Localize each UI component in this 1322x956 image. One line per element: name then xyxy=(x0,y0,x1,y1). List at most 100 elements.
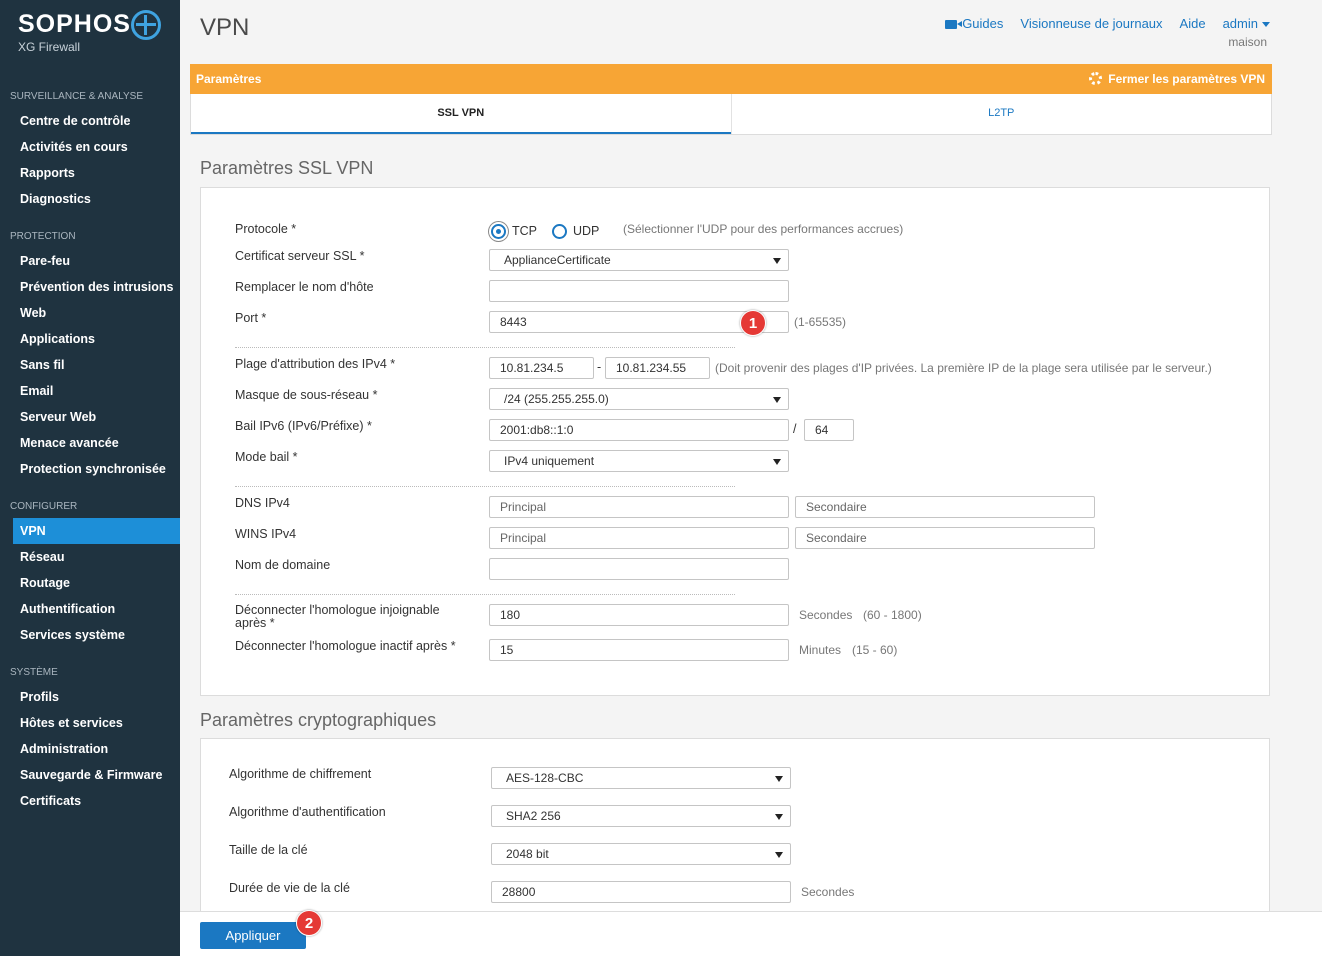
ipv4-range-start-input[interactable]: 10.81.234.5 xyxy=(489,357,594,379)
subnet-value: /24 (255.255.255.0) xyxy=(504,392,609,406)
key-size-select[interactable]: 2048 bit xyxy=(491,843,791,865)
sidebar-item-profils[interactable]: Profils xyxy=(0,684,180,710)
sidebar-item-routage[interactable]: Routage xyxy=(0,570,180,596)
help-link[interactable]: Aide xyxy=(1180,16,1206,31)
brand: SOPHOS XG Firewall xyxy=(0,0,180,72)
sidebar-item-centre-de-controle[interactable]: Centre de contrôle xyxy=(0,108,180,134)
range-dash: - xyxy=(597,360,602,374)
idle-peer-unit: Minutes xyxy=(799,643,842,657)
wins-secondary-input[interactable]: Secondaire xyxy=(795,527,1095,549)
ipv4-range-label: Plage d'attribution des IPv4 * xyxy=(235,357,396,371)
ipv6-address-input[interactable]: 2001:db8::1:0 xyxy=(489,419,789,441)
dropdown-arrow-icon xyxy=(775,814,783,820)
idle-peer-range: (15 - 60) xyxy=(852,643,898,657)
domain-label: Nom de domaine xyxy=(235,558,331,572)
lease-mode-select[interactable]: IPv4 uniquement xyxy=(489,450,789,472)
wins-primary-input[interactable]: Principal xyxy=(489,527,789,549)
sidebar-nav: SURVEILLANCE & ANALYSE Centre de contrôle… xyxy=(0,90,180,814)
port-hint: (1-65535) xyxy=(794,315,847,329)
sidebar-section-title: CONFIGURER xyxy=(10,501,78,512)
separator xyxy=(235,347,735,348)
ipv6-prefix-input[interactable]: 64 xyxy=(804,419,854,441)
dns-secondary-input[interactable]: Secondaire xyxy=(795,496,1095,518)
org-name: maison xyxy=(1228,35,1267,49)
user-menu[interactable]: admin xyxy=(1223,16,1270,31)
key-size-value: 2048 bit xyxy=(506,847,549,861)
domain-input[interactable] xyxy=(489,558,789,580)
sidebar-item-rapports[interactable]: Rapports xyxy=(0,160,180,186)
separator xyxy=(235,486,735,487)
hostname-input[interactable] xyxy=(489,280,789,302)
log-viewer-link[interactable]: Visionneuse de journaux xyxy=(1020,16,1162,31)
sidebar-item-hotes-et-services[interactable]: Hôtes et services xyxy=(0,710,180,736)
auth-algorithm-label: Algorithme d'authentification xyxy=(229,805,386,819)
ssl-settings-heading: Paramètres SSL VPN xyxy=(200,158,374,178)
guides-link[interactable]: Guides xyxy=(945,16,1003,31)
sidebar-item-web[interactable]: Web xyxy=(0,300,180,326)
close-vpn-settings-label: Fermer les paramètres VPN xyxy=(1108,72,1265,86)
step-badge-1: 1 xyxy=(740,310,766,336)
udp-label: UDP xyxy=(573,224,600,238)
sidebar-item-sauvegarde-firmware[interactable]: Sauvegarde & Firmware xyxy=(0,762,180,788)
chevron-down-icon xyxy=(1262,22,1270,28)
sidebar-item-applications[interactable]: Applications xyxy=(0,326,180,352)
ssl-cert-select[interactable]: ApplianceCertificate xyxy=(489,249,789,271)
sidebar-section-title: SYSTÈME xyxy=(10,667,58,678)
sidebar-item-authentification[interactable]: Authentification xyxy=(0,596,180,622)
key-lifetime-input[interactable]: 28800 xyxy=(491,881,791,903)
vpn-tabs: SSL VPN L2TP xyxy=(190,94,1272,135)
settings-bar: Paramètres Fermer les paramètres VPN xyxy=(190,64,1272,94)
sidebar-item-sans-fil[interactable]: Sans fil xyxy=(0,352,180,378)
subnet-label: Masque de sous-réseau * xyxy=(235,388,378,402)
idle-peer-input[interactable]: 15 xyxy=(489,639,789,661)
sidebar-item-vpn[interactable]: VPN xyxy=(13,518,180,544)
ipv6-lease-label: Bail IPv6 (IPv6/Préfixe) * xyxy=(235,419,372,433)
sidebar-item-services-systeme[interactable]: Services système xyxy=(0,622,180,648)
crypto-settings-heading: Paramètres cryptographiques xyxy=(200,710,437,730)
sidebar-section-title: PROTECTION xyxy=(10,231,76,242)
dead-peer-range: (60 - 1800) xyxy=(863,608,922,622)
encryption-select[interactable]: AES-128-CBC xyxy=(491,767,791,789)
sidebar-item-diagnostics[interactable]: Diagnostics xyxy=(0,186,180,212)
udp-radio[interactable] xyxy=(552,224,567,239)
sidebar-section-title: SURVEILLANCE & ANALYSE xyxy=(10,91,144,102)
sidebar-item-certificats[interactable]: Certificats xyxy=(0,788,180,814)
tab-ssl-vpn[interactable]: SSL VPN xyxy=(191,94,731,134)
sidebar-item-pare-feu[interactable]: Pare-feu xyxy=(0,248,180,274)
sidebar-item-menace-avancee[interactable]: Menace avancée xyxy=(0,430,180,456)
auth-algorithm-select[interactable]: SHA2 256 xyxy=(491,805,791,827)
tcp-radio[interactable] xyxy=(491,224,506,239)
dead-peer-unit: Secondes xyxy=(799,608,853,622)
dropdown-arrow-icon xyxy=(773,459,781,465)
subnet-select[interactable]: /24 (255.255.255.0) xyxy=(489,388,789,410)
sidebar-item-prevention-des-intrusions[interactable]: Prévention des intrusions xyxy=(0,274,180,300)
dead-peer-label-line1: Déconnecter l'homologue injoignable xyxy=(235,603,440,617)
apply-button[interactable]: Appliquer xyxy=(200,922,306,949)
sidebar-item-administration[interactable]: Administration xyxy=(0,736,180,762)
sidebar-item-serveur-web[interactable]: Serveur Web xyxy=(0,404,180,430)
ipv4-range-end-input[interactable]: 10.81.234.55 xyxy=(605,357,710,379)
dead-peer-label-line2: après * xyxy=(235,616,275,630)
dns-primary-input[interactable]: Principal xyxy=(489,496,789,518)
step-badge-2: 2 xyxy=(296,910,322,936)
tab-l2tp[interactable]: L2TP xyxy=(730,94,1272,134)
close-vpn-settings-button[interactable]: Fermer les paramètres VPN xyxy=(1089,72,1265,86)
dns-label: DNS IPv4 xyxy=(235,496,290,510)
ssl-settings-panel: Protocole * TCP UDP (Sélectionner l'UDP … xyxy=(200,187,1270,696)
dropdown-arrow-icon xyxy=(773,397,781,403)
dead-peer-input[interactable]: 180 xyxy=(489,604,789,626)
protocol-hint: (Sélectionner l'UDP pour des performance… xyxy=(623,222,904,236)
sidebar-item-email[interactable]: Email xyxy=(0,378,180,404)
gear-icon xyxy=(1089,72,1103,85)
sidebar-item-activites-en-cours[interactable]: Activités en cours xyxy=(0,134,180,160)
sidebar-item-reseau[interactable]: Réseau xyxy=(0,544,180,570)
ssl-cert-value: ApplianceCertificate xyxy=(504,253,611,267)
sidebar-item-protection-synchronisee[interactable]: Protection synchronisée xyxy=(0,456,180,482)
prefix-slash: / xyxy=(793,422,797,436)
user-name: admin xyxy=(1222,16,1258,31)
sidebar: SOPHOS XG Firewall SURVEILLANCE & ANALYS… xyxy=(0,0,180,956)
wins-label: WINS IPv4 xyxy=(235,527,297,541)
auth-algorithm-value: SHA2 256 xyxy=(506,809,561,823)
key-lifetime-unit: Secondes xyxy=(801,885,855,899)
encryption-value: AES-128-CBC xyxy=(506,771,584,785)
